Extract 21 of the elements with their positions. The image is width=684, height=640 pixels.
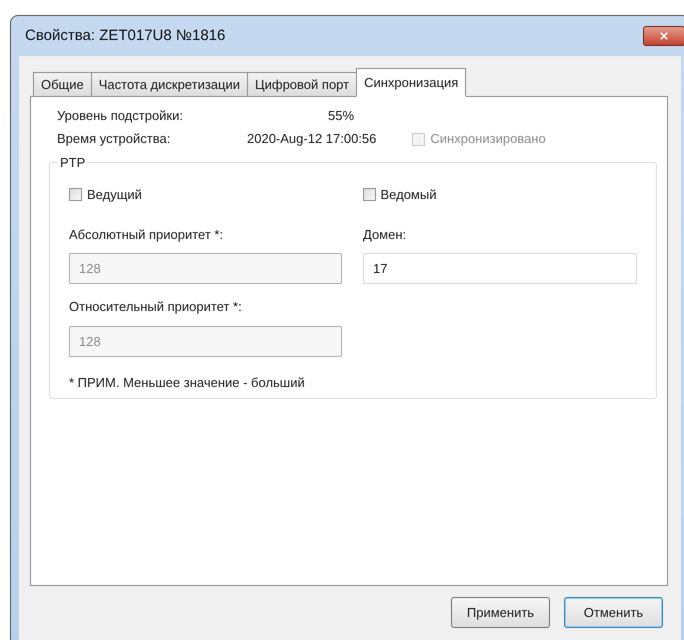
dialog-button[interactable]: Отменить — [564, 597, 663, 628]
field-label: Абсолютный приоритет *: — [69, 226, 224, 244]
window-title: Свойства: ZET017U8 №1816 — [25, 26, 226, 46]
info-value: 55% — [328, 107, 354, 126]
field-label: Относительный приоритет *: — [69, 298, 243, 316]
dialog-button[interactable]: Применить — [451, 597, 550, 628]
info-label: Время устройства: — [57, 130, 172, 148]
info-value: 2020-Aug-12 17:00:56 — [247, 130, 376, 148]
checkbox[interactable] — [69, 188, 82, 202]
checkbox-label: Синхронизировано — [430, 130, 546, 148]
checkbox-label: Ведомый — [380, 186, 436, 204]
tab[interactable]: Синхронизация — [356, 68, 466, 97]
checkbox[interactable] — [362, 188, 376, 202]
checkbox-label: Ведущий — [87, 186, 142, 204]
field-label: Домен: — [363, 226, 408, 244]
tab[interactable]: Частота дискретизации — [90, 72, 248, 97]
tab[interactable]: Цифровой порт — [247, 72, 358, 97]
input-field[interactable]: 17 — [363, 253, 637, 284]
tab[interactable]: Общие — [33, 72, 92, 97]
info-label: Уровень подстройки: — [57, 107, 184, 126]
note-text: * ПРИМ. Меньшее значение - больший — [69, 374, 306, 392]
